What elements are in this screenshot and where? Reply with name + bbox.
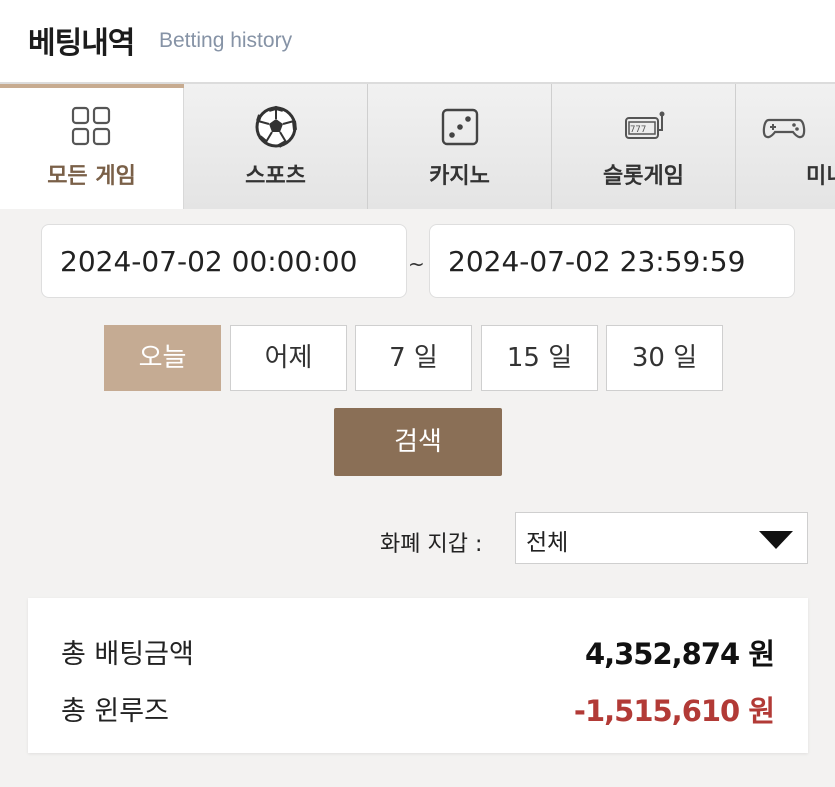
gamepad-icon xyxy=(762,118,806,139)
tab-label: 슬롯게임 xyxy=(603,164,684,189)
start-date-field[interactable]: 2024-07-02 00:00:00 xyxy=(41,224,407,298)
game-tabs: 모든 게임 스포츠 카지노 777 슬롯게임 미 xyxy=(0,82,835,209)
dropdown-arrow-icon xyxy=(759,531,793,549)
summary-panel: 총 배팅금액 4,352,874 원 총 윈루즈 -1,515,610 원 xyxy=(28,598,808,753)
tab-label: 스포츠 xyxy=(245,164,306,189)
date-separator: ~ xyxy=(408,252,425,276)
page-title: 베팅내역 xyxy=(28,26,135,61)
range-today-button[interactable]: 오늘 xyxy=(104,325,221,391)
tab-slots[interactable]: 777 슬롯게임 xyxy=(552,84,736,209)
tab-mini[interactable]: 미니 xyxy=(736,84,835,209)
tab-label: 미니 xyxy=(806,164,835,189)
currency-wallet-select[interactable]: 전체 xyxy=(515,512,808,564)
tab-label: 카지노 xyxy=(429,164,490,189)
dice-icon xyxy=(441,108,478,146)
currency-wallet-value: 전체 xyxy=(526,530,569,556)
soccer-ball-icon xyxy=(255,105,297,148)
range-15-days-button[interactable]: 15 일 xyxy=(481,325,598,391)
range-30-days-button[interactable]: 30 일 xyxy=(606,325,723,391)
total-bet-label: 총 배팅금액 xyxy=(61,639,194,670)
search-button[interactable]: 검색 xyxy=(334,408,502,476)
grid-icon xyxy=(71,106,110,146)
page-header: 베팅내역 Betting history xyxy=(0,0,835,82)
tab-all-games[interactable]: 모든 게임 xyxy=(0,84,184,209)
total-winloss-label: 총 윈루즈 xyxy=(61,696,169,727)
total-winloss-value: -1,515,610 원 xyxy=(573,694,775,728)
page-subtitle: Betting history xyxy=(159,29,293,52)
tab-sports[interactable]: 스포츠 xyxy=(184,84,368,209)
slot-machine-icon: 777 xyxy=(624,111,664,139)
tab-label: 모든 게임 xyxy=(47,164,136,189)
currency-wallet-label: 화폐 지갑 : xyxy=(380,532,483,557)
tab-casino[interactable]: 카지노 xyxy=(368,84,552,209)
svg-text:777: 777 xyxy=(630,125,646,135)
total-bet-value: 4,352,874 원 xyxy=(584,637,775,671)
range-7-days-button[interactable]: 7 일 xyxy=(355,325,472,391)
end-date-field[interactable]: 2024-07-02 23:59:59 xyxy=(429,224,795,298)
range-yesterday-button[interactable]: 어제 xyxy=(230,325,347,391)
